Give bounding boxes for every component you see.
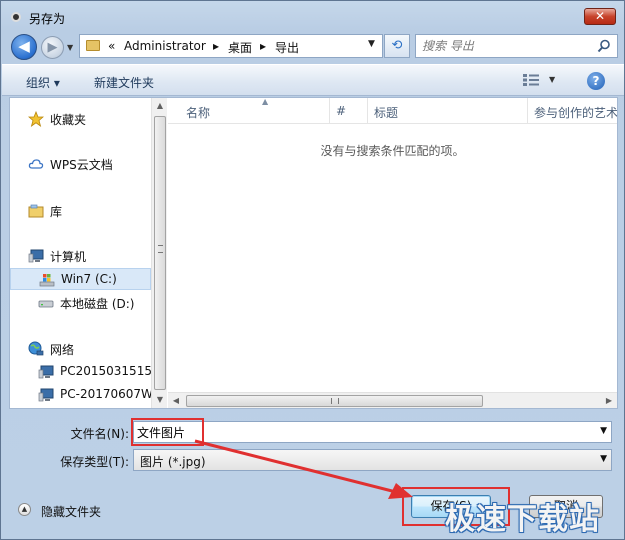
address-dropdown-icon[interactable]: ▼ bbox=[368, 39, 375, 49]
window-title: 另存为 bbox=[29, 12, 66, 26]
annotation-arrow bbox=[194, 439, 413, 499]
app-icon bbox=[11, 12, 21, 22]
column-label: 标题 bbox=[374, 106, 399, 120]
column-header-number[interactable]: # bbox=[330, 98, 368, 124]
horizontal-scrollbar[interactable]: ◀ ▶ bbox=[168, 392, 617, 408]
nav-item-wps-cloud[interactable]: WPS云文档 bbox=[10, 153, 151, 175]
nav-item-drive-d[interactable]: 本地磁盘 (D:) bbox=[10, 292, 151, 314]
recent-locations-chevron-icon[interactable]: ▼ bbox=[67, 43, 73, 52]
nav-item-libraries[interactable]: 库 bbox=[10, 200, 151, 222]
filename-label: 文件名(N): bbox=[70, 427, 129, 441]
nav-item-network-pc1[interactable]: PC2015031515 bbox=[10, 361, 152, 383]
hide-folders-label: 隐藏文件夹 bbox=[41, 505, 102, 519]
folder-icon bbox=[86, 40, 100, 51]
file-list: 名称 ▲ # 标题 参与创作的艺术 没有与搜索条件匹配的项。 ◀ ▶ bbox=[168, 97, 617, 408]
search-input[interactable] bbox=[422, 38, 592, 54]
column-label: 名称 bbox=[186, 106, 211, 120]
watermark: 极速下载站 bbox=[445, 502, 600, 537]
computer-icon bbox=[28, 249, 44, 263]
address-separator[interactable]: ▸ bbox=[213, 39, 219, 53]
address-separator[interactable]: ▸ bbox=[260, 39, 266, 53]
view-options-icon[interactable] bbox=[523, 74, 539, 86]
address-segment-desktop[interactable]: 桌面 bbox=[228, 39, 252, 56]
title-bar: 另存为 ✕ bbox=[1, 1, 624, 31]
network-computer-icon bbox=[38, 388, 54, 402]
organize-menu[interactable]: 组织 ▾ bbox=[26, 74, 60, 91]
empty-message: 没有与搜索条件匹配的项。 bbox=[320, 144, 465, 158]
save-as-dialog: 另存为 ✕ ◀ ▶ ▼ « Administrator ▸ 桌面 ▸ 导出 ▼ … bbox=[0, 0, 625, 540]
nav-label: Win7 (C:) bbox=[61, 272, 117, 286]
address-segment-export[interactable]: 导出 bbox=[275, 39, 299, 56]
view-dropdown-icon[interactable]: ▼ bbox=[549, 75, 555, 84]
nav-item-favorites[interactable]: 收藏夹 bbox=[10, 108, 151, 130]
file-type-label: 保存类型(T): bbox=[60, 455, 129, 469]
column-header-artists[interactable]: 参与创作的艺术 bbox=[528, 98, 617, 124]
nav-label: WPS云文档 bbox=[50, 158, 113, 172]
browser-area: 收藏夹 WPS云文档 库 计算机 Win7 (C:) 本地磁盘 (D:) 网络 … bbox=[9, 97, 618, 409]
nav-label: 本地磁盘 (D:) bbox=[60, 297, 135, 311]
nav-item-network[interactable]: 网络 bbox=[10, 338, 151, 360]
star-icon bbox=[28, 111, 44, 127]
library-icon bbox=[28, 204, 44, 218]
column-headers: 名称 ▲ # 标题 参与创作的艺术 bbox=[168, 97, 617, 124]
nav-label: 计算机 bbox=[50, 250, 87, 264]
grip-icon bbox=[158, 245, 163, 253]
filename-dropdown-icon[interactable]: ▼ bbox=[600, 426, 607, 436]
sort-indicator-icon: ▲ bbox=[262, 97, 269, 106]
address-segment-administrator[interactable]: Administrator bbox=[124, 39, 206, 53]
nav-item-computer[interactable]: 计算机 bbox=[10, 245, 151, 267]
collapse-icon: ▲ bbox=[18, 503, 31, 516]
column-label: # bbox=[336, 104, 347, 118]
navigation-pane: 收藏夹 WPS云文档 库 计算机 Win7 (C:) 本地磁盘 (D:) 网络 … bbox=[10, 98, 167, 408]
column-label: 参与创作的艺术 bbox=[534, 106, 617, 120]
back-button[interactable]: ◀ bbox=[11, 34, 37, 60]
scroll-thumb[interactable] bbox=[186, 395, 483, 407]
scroll-thumb[interactable] bbox=[154, 116, 166, 390]
scroll-down-icon[interactable]: ▼ bbox=[152, 392, 168, 408]
search-box[interactable] bbox=[415, 34, 618, 58]
refresh-button[interactable]: ⟲ bbox=[384, 34, 410, 58]
file-type-dropdown-icon[interactable]: ▼ bbox=[600, 454, 607, 464]
address-bar[interactable]: « Administrator ▸ 桌面 ▸ 导出 ▼ bbox=[79, 34, 383, 58]
address-overflow[interactable]: « bbox=[108, 39, 115, 53]
scroll-up-icon[interactable]: ▲ bbox=[152, 98, 168, 114]
windows-drive-icon bbox=[39, 274, 55, 287]
network-icon bbox=[28, 341, 44, 356]
search-icon[interactable] bbox=[597, 39, 611, 53]
nav-label: PC-20170607W bbox=[60, 387, 152, 401]
scroll-left-icon[interactable]: ◀ bbox=[168, 393, 184, 409]
help-icon[interactable]: ? bbox=[587, 72, 605, 90]
column-header-title[interactable]: 标题 bbox=[368, 98, 528, 124]
cloud-icon bbox=[28, 159, 44, 169]
close-button[interactable]: ✕ bbox=[584, 8, 616, 25]
nav-label: 网络 bbox=[50, 343, 75, 357]
nav-label: 库 bbox=[50, 205, 63, 219]
nav-label: 收藏夹 bbox=[50, 113, 87, 127]
drive-icon bbox=[38, 300, 54, 308]
nav-label: PC2015031515 bbox=[60, 364, 152, 378]
grip-icon bbox=[331, 398, 339, 404]
nav-item-network-pc2[interactable]: PC-20170607W bbox=[10, 384, 152, 406]
nav-item-drive-c[interactable]: Win7 (C:) bbox=[10, 268, 151, 290]
new-folder-button[interactable]: 新建文件夹 bbox=[94, 74, 154, 91]
column-header-name[interactable]: 名称 ▲ bbox=[180, 97, 330, 124]
refresh-icon: ⟲ bbox=[391, 38, 403, 53]
nav-pane-scrollbar[interactable]: ▲ ▼ bbox=[151, 98, 167, 408]
command-bar: 组织 ▾ 新建文件夹 ▼ ? bbox=[2, 64, 624, 96]
network-computer-icon bbox=[38, 365, 54, 379]
scroll-right-icon[interactable]: ▶ bbox=[601, 393, 617, 409]
forward-button[interactable]: ▶ bbox=[41, 36, 64, 59]
